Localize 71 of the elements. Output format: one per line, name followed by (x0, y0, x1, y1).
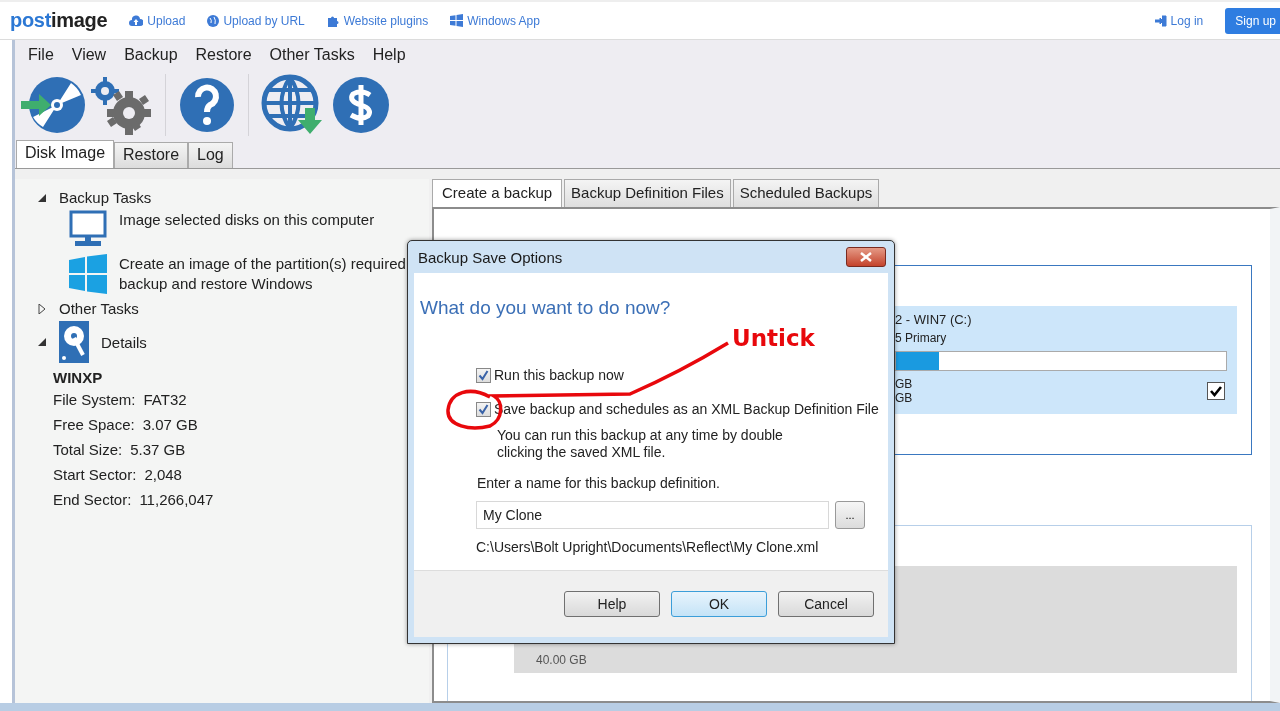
tab[interactable]: Scheduled Backups (732, 179, 880, 207)
annotation-text: Untick (732, 325, 815, 351)
file-path: C:\Users\Bolt Upright\Documents\Reflect\My Clone.xml (476, 539, 820, 555)
checkbox[interactable] (476, 401, 491, 417)
detail-label: End Sector: (53, 491, 132, 510)
site-logo[interactable]: postimage (10, 9, 108, 32)
menu-item[interactable]: View (62, 46, 116, 64)
puzzle-icon (326, 14, 340, 27)
menu-item[interactable]: Help (363, 46, 415, 64)
help-icon[interactable] (178, 75, 236, 135)
dialog-button[interactable]: OK (671, 591, 767, 617)
checkbox[interactable] (476, 367, 491, 383)
nav-link[interactable]: Upload by URL (207, 13, 305, 28)
gears-icon[interactable] (91, 75, 153, 135)
partition-title: 2 - WIN7 (C:) (895, 312, 973, 327)
browse-button[interactable]: ... (835, 501, 865, 529)
detail-label: Total Size: (53, 441, 123, 460)
cloud-upload-icon (129, 14, 144, 27)
partition-type: 5 Primary (895, 331, 948, 345)
disc-arrow-icon[interactable] (19, 75, 85, 135)
tab[interactable]: Create a backup (432, 179, 563, 207)
partition-size: GB (895, 377, 913, 391)
dollar-icon[interactable] (331, 75, 391, 135)
option-note: You can run this backup at any time by double clicking the saved XML file. (497, 427, 784, 461)
section-title[interactable]: Details (101, 333, 147, 351)
dialog-button[interactable]: Help (564, 591, 660, 617)
nav-link[interactable]: Windows App (450, 13, 540, 28)
menu-item[interactable]: Backup (115, 46, 187, 64)
disk-size: 40.00 GB (536, 653, 587, 667)
section-title[interactable]: Other Tasks (59, 300, 139, 317)
login-icon (1154, 14, 1167, 27)
dialog-title: Backup Save Options (418, 248, 563, 266)
globe-icon (207, 14, 220, 27)
detail-value: 11,266,047 (139, 491, 214, 510)
detail-label: File System: (53, 391, 136, 410)
detail-value: 5.37 GB (130, 441, 186, 460)
name-field[interactable]: My Clone (476, 501, 829, 529)
field-label: Enter a name for this backup definition. (477, 475, 721, 491)
globe-download-icon[interactable] (261, 74, 325, 136)
login-link[interactable]: Log in (1154, 13, 1204, 28)
partition-size: GB (895, 391, 913, 405)
windows-icon (450, 14, 464, 27)
monitor-icon (69, 210, 107, 248)
detail-label: Free Space: (53, 416, 135, 435)
detail-value: FAT32 (143, 391, 187, 410)
expand-icon[interactable] (37, 303, 47, 314)
disk-name: WINXP (53, 369, 104, 386)
nav-link[interactable]: Upload (129, 13, 186, 28)
tab[interactable]: Restore (114, 142, 189, 168)
close-button[interactable] (846, 247, 886, 267)
tab[interactable]: Disk Image (16, 140, 115, 168)
checkbox[interactable] (1207, 382, 1225, 400)
menu-item[interactable]: Restore (186, 46, 261, 64)
dialog-heading: What do you want to do now? (420, 297, 672, 319)
section-title[interactable]: Backup Tasks (59, 189, 152, 206)
collapse-icon[interactable] (37, 337, 47, 347)
task-link[interactable]: Image selected disks on this computer (119, 210, 429, 230)
detail-value: 2,048 (144, 466, 182, 485)
sign-up-button[interactable]: Sign up (1225, 7, 1280, 34)
tab[interactable]: Backup Definition Files (564, 179, 731, 207)
checkbox-label[interactable]: Run this backup now (494, 367, 624, 383)
collapse-icon[interactable] (37, 192, 47, 203)
nav-link[interactable]: Website plugins (326, 13, 429, 28)
menu-item[interactable]: Other Tasks (260, 46, 364, 64)
close-icon (859, 252, 873, 262)
menu-item[interactable]: File (19, 46, 63, 64)
windows-logo-icon (69, 254, 107, 294)
dialog-button[interactable]: Cancel (778, 591, 874, 617)
detail-value: 3.07 GB (142, 416, 198, 435)
tab[interactable]: Log (188, 142, 233, 168)
detail-label: Start Sector: (53, 466, 137, 485)
